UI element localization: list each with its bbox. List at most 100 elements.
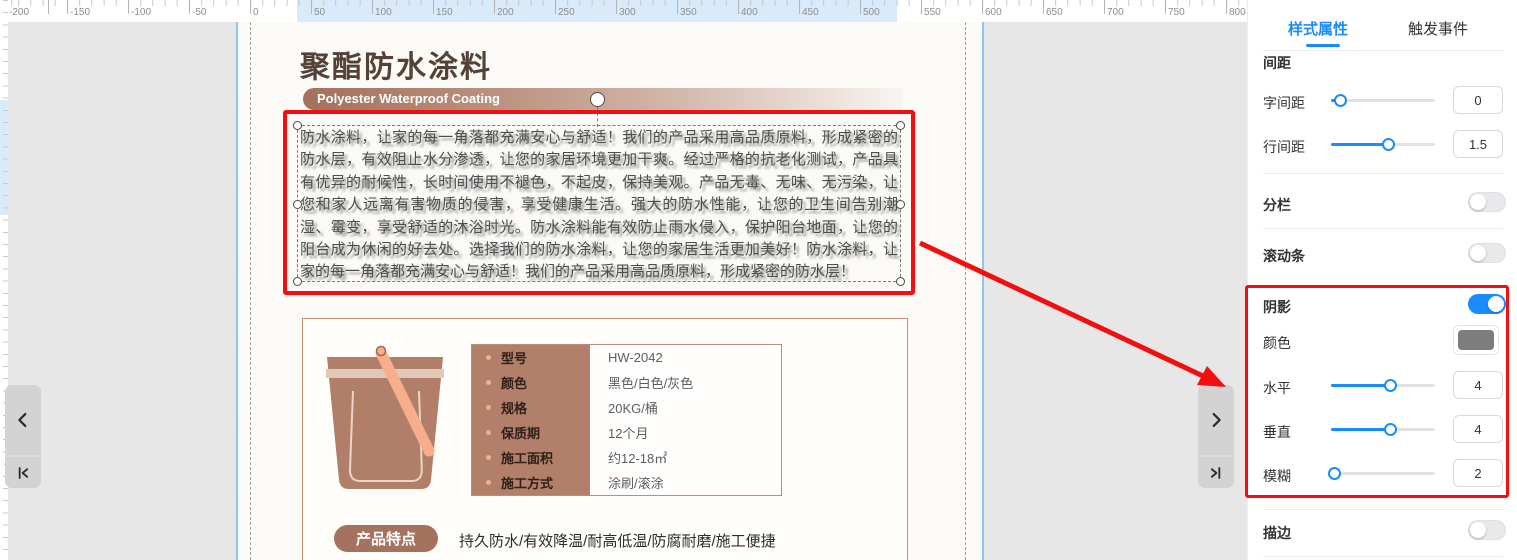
- first-page-button[interactable]: [5, 457, 41, 488]
- table-row: 施工面积 约12-18㎡: [472, 445, 781, 470]
- spec-label: 施工面积: [501, 448, 553, 467]
- selection-handle-mid-right[interactable]: [896, 200, 905, 209]
- shadow-vertical-label: 垂直: [1263, 422, 1291, 442]
- shadow-blur-label: 模糊: [1263, 466, 1291, 486]
- tab-style-properties[interactable]: 样式属性: [1288, 18, 1348, 39]
- ruler-label: 300: [619, 7, 636, 18]
- spec-table: 型号 HW-2042 颜色 黑色/白色/灰色 规格 20KG/桶 保质期 12个…: [471, 344, 782, 496]
- table-row: 规格 20KG/桶: [472, 395, 781, 420]
- line-spacing-slider[interactable]: [1331, 138, 1435, 151]
- selection-handle-mid-left[interactable]: [293, 200, 302, 209]
- shadow-blur-slider[interactable]: [1331, 467, 1435, 480]
- scrollbar-toggle[interactable]: [1468, 243, 1506, 263]
- features-badge: 产品特点: [334, 525, 438, 552]
- selection-handle-bottom-right[interactable]: [896, 277, 905, 286]
- page-title[interactable]: 聚酯防水涂料: [300, 42, 492, 86]
- spec-value: 12个月: [590, 420, 781, 445]
- skip-to-first-icon: [13, 463, 33, 483]
- bullet-icon: [486, 480, 491, 485]
- shadow-color-label: 颜色: [1263, 333, 1291, 353]
- columns-toggle[interactable]: [1468, 192, 1506, 212]
- ruler-label: 450: [802, 7, 819, 18]
- ruler-label: 750: [1168, 7, 1185, 18]
- columns-label: 分栏: [1263, 195, 1291, 215]
- rotation-handle-line: [597, 107, 598, 127]
- tab-trigger-events[interactable]: 触发事件: [1408, 18, 1468, 39]
- table-row: 型号 HW-2042: [472, 345, 781, 370]
- spec-value: 黑色/白色/灰色: [590, 370, 781, 395]
- section-spacing-title: 间距: [1263, 53, 1291, 73]
- divider: [1263, 509, 1503, 510]
- divider: [1263, 50, 1503, 51]
- selection-handle-bottom-left[interactable]: [293, 277, 302, 286]
- stroke-toggle[interactable]: [1468, 520, 1506, 540]
- pager-left: [5, 385, 41, 488]
- shadow-horizontal-slider[interactable]: [1331, 379, 1435, 392]
- stroke-label: 描边: [1263, 523, 1291, 543]
- selection-handle-top-left[interactable]: [293, 121, 302, 130]
- slider-knob[interactable]: [1334, 94, 1347, 107]
- ruler-horizontal: -200-150-100-500501001502002503003504004…: [8, 0, 1247, 22]
- line-spacing-label: 行间距: [1263, 137, 1305, 157]
- spec-label: 施工方式: [501, 473, 553, 492]
- paint-bucket-illustration: [317, 339, 459, 499]
- features-text: 持久防水/有效降温/耐高低温/防腐耐磨/施工便捷: [459, 530, 776, 551]
- bullet-icon: [486, 430, 491, 435]
- rotation-handle[interactable]: [590, 92, 605, 107]
- ruler-label: 550: [924, 7, 941, 18]
- spec-label: 颜色: [501, 373, 527, 392]
- bullet-icon: [486, 455, 491, 460]
- next-page-button[interactable]: [1198, 385, 1234, 455]
- table-row: 施工方式 涂刷/滚涂: [472, 470, 781, 495]
- line-spacing-input[interactable]: 1.5: [1453, 130, 1503, 158]
- divider: [1263, 173, 1503, 174]
- letter-spacing-input[interactable]: 0: [1453, 86, 1503, 114]
- ruler-label: -50: [192, 7, 206, 18]
- bullet-icon: [486, 405, 491, 410]
- last-page-button[interactable]: [1198, 457, 1234, 488]
- shadow-toggle[interactable]: [1468, 294, 1506, 314]
- ruler-label: 700: [1107, 7, 1124, 18]
- scrollbar-label: 滚动条: [1263, 246, 1305, 266]
- skip-to-last-icon: [1206, 463, 1226, 483]
- bullet-icon: [486, 380, 491, 385]
- page-right-edge-line: [982, 22, 984, 560]
- slider-knob[interactable]: [1384, 379, 1397, 392]
- table-row: 颜色 黑色/白色/灰色: [472, 370, 781, 395]
- ruler-label: 50: [314, 7, 325, 18]
- properties-panel: 样式属性 触发事件 间距 字间距 0 行间距 1.5 分栏 滚动条 阴影 颜色 …: [1247, 0, 1517, 560]
- table-row: 保质期 12个月: [472, 420, 781, 445]
- ruler-label: 800: [1229, 7, 1246, 18]
- selection-handle-top-right[interactable]: [896, 121, 905, 130]
- slider-knob[interactable]: [1328, 467, 1341, 480]
- shadow-color-picker[interactable]: [1453, 325, 1499, 355]
- ruler-label: 650: [1046, 7, 1063, 18]
- shadow-horizontal-label: 水平: [1263, 378, 1291, 398]
- spec-value: 涂刷/滚涂: [590, 470, 781, 495]
- spec-value: HW-2042: [590, 345, 781, 370]
- prev-page-button[interactable]: [5, 385, 41, 455]
- canvas-offpage-left: [8, 22, 236, 560]
- selection-bounding-box: [297, 125, 901, 282]
- active-tab-indicator: [1306, 44, 1340, 47]
- ruler-label: 100: [375, 7, 392, 18]
- shadow-vertical-slider[interactable]: [1331, 423, 1435, 436]
- shadow-horizontal-input[interactable]: 4: [1453, 371, 1503, 399]
- chevron-left-icon: [12, 409, 34, 431]
- page-left-edge-line: [236, 22, 238, 560]
- slider-knob[interactable]: [1384, 423, 1397, 436]
- slider-knob[interactable]: [1382, 138, 1395, 151]
- ruler-label: 600: [985, 7, 1002, 18]
- ruler-label: 500: [863, 7, 880, 18]
- product-card[interactable]: 型号 HW-2042 颜色 黑色/白色/灰色 规格 20KG/桶 保质期 12个…: [302, 318, 908, 560]
- ruler-label: 400: [741, 7, 758, 18]
- spec-value: 约12-18㎡: [590, 445, 781, 470]
- page-right-margin-guide: [965, 22, 966, 560]
- letter-spacing-slider[interactable]: [1331, 94, 1435, 107]
- shadow-vertical-input[interactable]: 4: [1453, 415, 1503, 443]
- ruler-label: 0: [253, 7, 259, 18]
- shadow-blur-input[interactable]: 2: [1453, 459, 1503, 487]
- pager-right: [1198, 385, 1234, 488]
- letter-spacing-label: 字间距: [1263, 93, 1305, 113]
- shadow-color-swatch: [1458, 330, 1494, 350]
